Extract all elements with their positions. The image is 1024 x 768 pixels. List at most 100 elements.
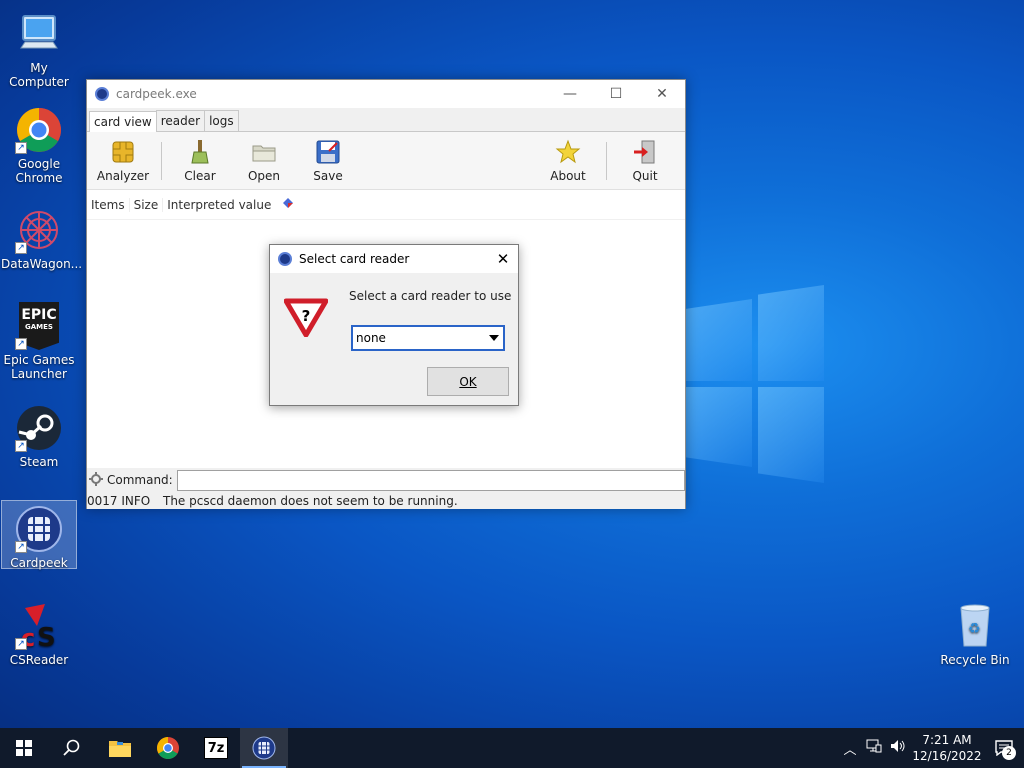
toolbar-separator [606,141,607,180]
csreader-icon: cS ↗ [15,602,63,653]
epic-logo-sub: GAMES [25,323,53,331]
status-code: 0017 INFO [87,493,151,508]
star-icon [555,139,581,165]
shortcut-arrow-icon: ↗ [15,541,27,553]
chrome-icon [157,737,179,759]
open-button[interactable]: Open [232,139,296,183]
7zip-icon: 7z [204,737,228,759]
analyzer-label: Analyzer [96,168,150,183]
desktop-icon-label: Steam [19,455,59,469]
desktop-icon-label: Google Chrome [15,157,63,185]
tab-card-view[interactable]: card view [89,111,157,132]
quit-button[interactable]: Quit [613,139,677,183]
desktop-icon-label: Cardpeek [10,556,68,570]
computer-icon [15,10,63,58]
tab-reader[interactable]: reader [155,110,206,131]
cardpeek-app-icon [278,252,292,266]
shortcut-arrow-icon: ↗ [15,142,27,154]
folder-icon [251,139,277,165]
desktop-icon-label: Epic Games Launcher [3,353,75,381]
maximize-button[interactable]: ☐ [593,80,639,108]
window-titlebar[interactable]: cardpeek.exe — ☐ ✕ [87,80,685,108]
system-tray: ︿ 7:21 AM 12/16/2022 2 [838,728,1024,768]
desktop-icon-label: CSReader [9,653,69,667]
desktop-icon-label: DataWagon... [1,257,83,271]
command-input[interactable] [176,469,685,491]
clock[interactable]: 7:21 AM 12/16/2022 [910,732,984,764]
start-button[interactable] [0,728,48,768]
tab-logs[interactable]: logs [204,110,239,131]
dialog-title: Select card reader [299,252,410,266]
desktop-icon-recycle-bin[interactable]: ♻ Recycle Bin [937,598,1013,667]
clock-date: 12/16/2022 [912,749,982,763]
shortcut-arrow-icon: ↗ [15,638,27,650]
taskbar-cardpeek[interactable] [240,728,288,768]
chip-icon [110,139,136,165]
wallpaper-windows-logo [680,285,830,485]
save-button[interactable]: Save [296,139,360,183]
quit-label: Quit [632,168,658,183]
taskbar: 7z ︿ 7:21 AM 12/16/2022 2 [0,728,1024,768]
clock-time: 7:21 AM [922,733,972,747]
search-button[interactable] [48,728,96,768]
tab-bar: card view reader logs [87,108,685,132]
clear-label: Clear [184,168,216,183]
taskbar-chrome[interactable] [144,728,192,768]
dialog-close-button[interactable]: ✕ [488,250,518,268]
svg-text:♻: ♻ [968,621,981,637]
notification-count-badge: 2 [1002,746,1016,760]
windows-start-icon [16,740,32,756]
desktop-icon-my-computer[interactable]: My Computer [1,6,77,89]
window-title: cardpeek.exe [116,87,197,101]
desktop-icon-label: My Computer [9,61,69,89]
volume-icon[interactable] [886,739,910,757]
status-bar: 0017 INFO The pcscd daemon does not seem… [87,492,685,509]
desktop-icon-cardpeek[interactable]: ↗ Cardpeek [1,500,77,570]
desktop-icon-datawagon[interactable]: ↗ DataWagon... [1,202,83,271]
about-button[interactable]: About [536,139,600,183]
network-icon[interactable] [862,739,886,757]
desktop-icon-epic-games[interactable]: EPIC GAMES ↗ Epic Games Launcher [1,298,77,381]
taskbar-file-explorer[interactable] [96,728,144,768]
epic-logo-text: EPIC [21,307,57,323]
shortcut-arrow-icon: ↗ [15,338,27,350]
column-toggle-icon[interactable] [275,196,299,213]
command-bar: Command: [87,468,685,492]
chevron-up-icon[interactable]: ︿ [838,739,862,758]
desktop-icon-label: Recycle Bin [940,653,1010,667]
reader-select[interactable]: none [351,325,505,351]
search-icon [63,739,80,756]
steam-icon: ↗ [15,404,63,452]
select-card-reader-dialog: Select card reader ✕ ? Select a card rea… [269,244,519,406]
datawagon-icon: ↗ [15,206,63,254]
reader-select-value: none [356,331,386,345]
column-interpreted-value[interactable]: Interpreted value [163,198,275,212]
recycle-bin-icon: ♻ [951,602,999,650]
status-message: The pcscd daemon does not seem to be run… [163,493,458,508]
desktop-icon-steam[interactable]: ↗ Steam [1,400,77,469]
svg-text:?: ? [302,307,311,325]
column-size[interactable]: Size [130,197,164,212]
epic-games-icon: EPIC GAMES ↗ [15,302,63,350]
svg-text:S: S [37,623,56,650]
ok-button[interactable]: OK [427,367,509,396]
desktop-icon-csreader[interactable]: cS ↗ CSReader [1,598,77,667]
column-items[interactable]: Items [87,197,130,212]
clear-button[interactable]: Clear [168,139,232,183]
taskbar-7zip[interactable]: 7z [192,728,240,768]
open-label: Open [247,168,281,183]
broom-icon [187,139,213,165]
dropdown-arrow-icon [489,335,499,341]
minimize-button[interactable]: — [547,80,593,108]
desktop-icon-google-chrome[interactable]: ↗ Google Chrome [1,102,77,185]
command-label: Command: [107,473,173,487]
cardpeek-icon: ↗ [15,505,63,553]
shortcut-arrow-icon: ↗ [15,242,27,254]
exit-door-icon [632,139,658,165]
chrome-icon: ↗ [15,106,63,154]
close-button[interactable]: ✕ [639,80,685,108]
cardpeek-app-icon [95,87,109,101]
analyzer-button[interactable]: Analyzer [91,139,155,183]
notification-center-button[interactable]: 2 [984,728,1024,768]
dialog-titlebar[interactable]: Select card reader ✕ [270,245,518,273]
